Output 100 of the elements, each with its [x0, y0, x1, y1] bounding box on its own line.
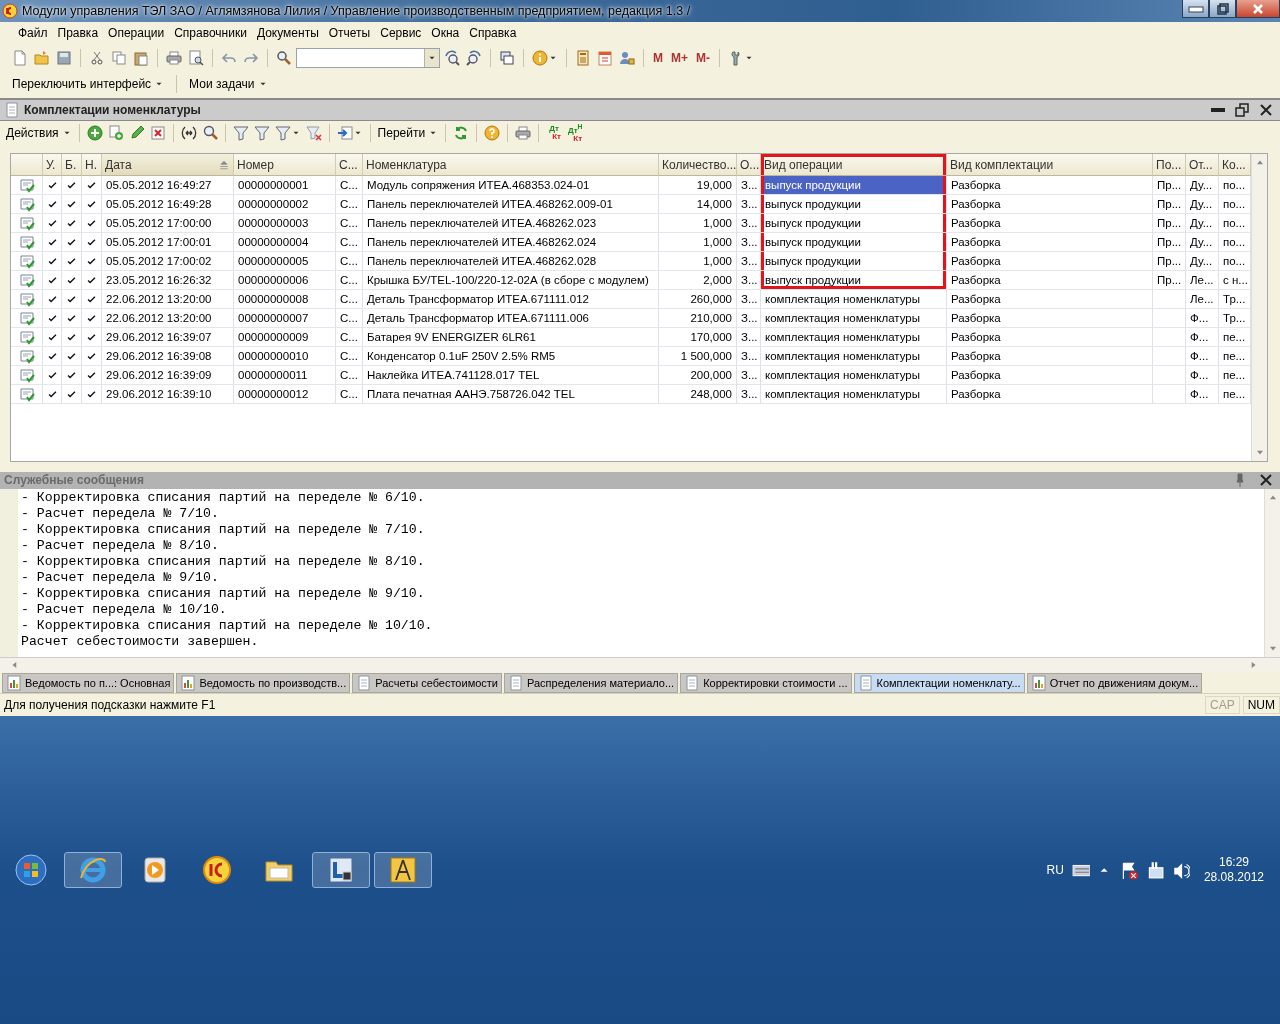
actions-button[interactable]: Действия [4, 126, 74, 140]
copy-button[interactable] [109, 48, 129, 68]
window-tab[interactable]: Ведомость по производств... [176, 672, 351, 693]
table-cell: Батарея 9V ENERGIZER 6LR61 [363, 328, 659, 347]
table-cell: 22.06.2012 13:20:00 [102, 290, 234, 309]
calculator-icon [575, 50, 591, 66]
menu-item[interactable]: Документы [252, 23, 325, 43]
check-icon [46, 179, 58, 191]
filter-button[interactable] [251, 123, 272, 143]
column-header[interactable]: Номер [234, 154, 336, 176]
save-button[interactable] [54, 48, 74, 68]
window-tab[interactable]: Расчеты себестоимости [352, 672, 502, 693]
open-folder-button[interactable] [32, 48, 52, 68]
table-cell: С... [336, 309, 363, 328]
ledger-button[interactable]: Дт Кт [544, 125, 564, 141]
check-icon [86, 312, 97, 324]
message-line: - Расчет передела № 10/10. [20, 601, 228, 618]
column-header[interactable]: О... [737, 154, 761, 176]
minimize-button[interactable] [1208, 105, 1228, 115]
window-tab[interactable]: Ведомость по п...: Основная [2, 672, 175, 693]
window-tab[interactable]: Отчет по движениям докум... [1026, 672, 1203, 693]
language-indicator[interactable]: RU [1046, 862, 1064, 877]
header-cell [11, 154, 43, 176]
window-tab[interactable]: Комплектации номенклату... [853, 672, 1025, 693]
menu-item[interactable]: Справка [465, 23, 523, 43]
memory-button[interactable]: M [650, 51, 666, 65]
help-button[interactable] [482, 123, 503, 143]
check-icon [46, 369, 58, 381]
window-tab[interactable]: Корректировки стоимости ... [680, 672, 852, 693]
search-field[interactable] [296, 48, 440, 68]
table-cell: Разборка [947, 290, 1153, 309]
panel-menu-button[interactable]: Мои задачи [187, 77, 270, 91]
table-cell: выпуск продукции [761, 195, 947, 214]
menu-item[interactable]: Файл [14, 23, 54, 43]
find-next-button[interactable] [442, 48, 462, 68]
column-header[interactable]: У. [43, 154, 62, 176]
table-cell: Ле... [1186, 271, 1219, 290]
menu-item[interactable]: Операции [104, 23, 171, 43]
column-header[interactable]: Б. [62, 154, 82, 176]
clear-filter-button[interactable] [303, 123, 324, 143]
menu-item[interactable]: Окна [427, 23, 466, 43]
user-icon [619, 50, 635, 66]
filter-button[interactable] [230, 123, 251, 143]
windows-button[interactable] [497, 48, 517, 68]
check-icon [66, 388, 77, 400]
panel-menu-button[interactable]: Переключить интерфейс [10, 77, 167, 91]
column-header[interactable]: По... [1153, 154, 1186, 176]
add-copy-icon [107, 125, 124, 141]
table-cell: Ду... [1186, 195, 1219, 214]
check-icon [86, 255, 97, 267]
table-cell: Модуль сопряжения ИТЕА.468353.024-01 [363, 176, 659, 195]
column-header[interactable]: От... [1186, 154, 1219, 176]
close-icon [1258, 472, 1274, 488]
check-icon [66, 312, 77, 324]
check-icon [46, 388, 58, 400]
table-cell: 2,000 [659, 271, 737, 290]
add-button[interactable] [84, 123, 105, 143]
column-header[interactable]: Вид операции [761, 154, 947, 176]
menu-item[interactable]: Сервис [376, 23, 428, 43]
calendar-button[interactable] [595, 48, 615, 68]
clock[interactable]: 16:29 28.08.2012 [1197, 854, 1270, 885]
scissors-icon [89, 50, 105, 66]
table-cell: 248,000 [659, 385, 737, 404]
table-cell: 1,000 [659, 233, 737, 252]
check-icon [86, 236, 97, 248]
column-header[interactable]: Н. [82, 154, 102, 176]
column-header[interactable]: Номенклатура [363, 154, 659, 176]
find-previous-button[interactable] [464, 48, 484, 68]
printer-icon [515, 125, 532, 141]
restore-button[interactable] [1232, 100, 1252, 120]
table-cell: 05.05.2012 17:00:01 [102, 233, 234, 252]
check-icon [46, 293, 58, 305]
menu-item[interactable]: Отчеты [324, 23, 377, 43]
check-icon [86, 388, 97, 400]
menu-item[interactable]: Правка [53, 23, 105, 43]
column-header[interactable]: С... [336, 154, 363, 176]
table-cell: 00000000007 [234, 309, 336, 328]
table-cell: Деталь Трансформатор ИТЕА.671111.006 [363, 309, 659, 328]
taskbar-button[interactable] [312, 851, 370, 888]
close-button[interactable] [1236, 0, 1280, 18]
column-header[interactable]: Ко... [1219, 154, 1251, 176]
taskbar-button[interactable] [64, 851, 122, 888]
windows-icon [499, 50, 515, 66]
taskbar-button[interactable] [374, 851, 432, 888]
column-header[interactable]: Количество... [659, 154, 737, 176]
memory-button[interactable]: M+ [668, 51, 691, 65]
printer-button[interactable] [513, 123, 534, 143]
table-cell: 00000000004 [234, 233, 336, 252]
column-header[interactable]: Вид комплектации [947, 154, 1153, 176]
window-tab[interactable]: Распределения материало... [504, 672, 679, 693]
goto-button[interactable]: Перейти [375, 126, 441, 140]
menu-item[interactable]: Справочники [170, 23, 253, 43]
table-cell: 00000000003 [234, 214, 336, 233]
memory-button[interactable]: M- [693, 51, 713, 65]
restore-button[interactable] [1209, 0, 1236, 18]
ledger-button[interactable]: Дт$^{Н}$ Кт [564, 123, 586, 143]
column-header[interactable]: Дата [102, 154, 234, 176]
print-preview-button[interactable] [186, 48, 206, 68]
printer-button[interactable] [164, 48, 184, 68]
minimize-button[interactable] [1182, 0, 1209, 18]
